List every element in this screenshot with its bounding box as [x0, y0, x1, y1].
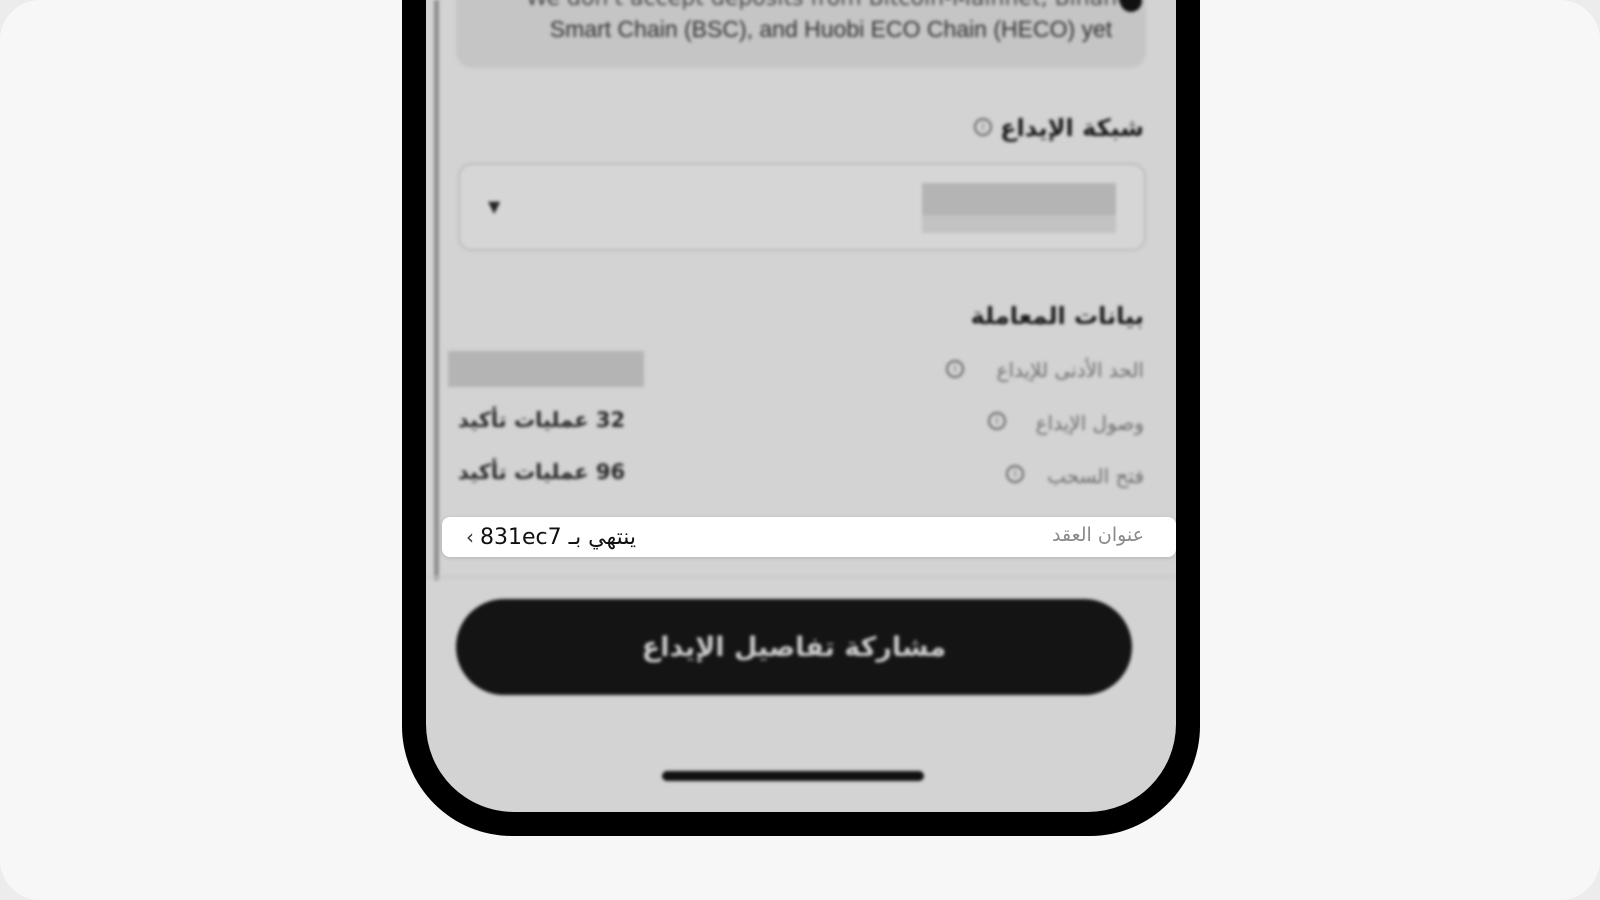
deposit-arrival-value: 32 عمليات تأكيد: [458, 408, 626, 432]
contract-address-value-group: ‹ ينتهي بـ 831ec7: [466, 521, 636, 553]
caret-down-icon: ▼: [488, 197, 501, 216]
deposit-network-title: شبكة الإيداع: [1000, 114, 1144, 142]
phone-frame: We don't accept deposits from Bitcoin-Ma…: [402, 0, 1200, 836]
notice-line-2: Smart Chain (BSC), and Huobi ECO Chain (…: [549, 16, 1113, 42]
redacted-network-name: [922, 183, 1116, 215]
chevron-right-icon: ‹: [466, 525, 474, 549]
transaction-details-title: بيانات المعاملة: [970, 302, 1144, 330]
redacted-network-detail: [922, 215, 1116, 233]
page-canvas: We don't accept deposits from Bitcoin-Ma…: [0, 0, 1600, 900]
deposit-arrival-label: وصول الإيداع: [1035, 411, 1144, 435]
network-notice: We don't accept deposits from Bitcoin-Ma…: [456, 0, 1146, 68]
withdrawal-unlock-label: فتح السحب: [1047, 464, 1144, 488]
redacted-min-deposit-value: [448, 351, 644, 387]
contract-address-label: عنوان العقد: [1052, 524, 1144, 546]
dimmed-content: We don't accept deposits from Bitcoin-Ma…: [426, 0, 1176, 812]
phone-screen: We don't accept deposits from Bitcoin-Ma…: [426, 0, 1176, 812]
contract-address-value: ينتهي بـ 831ec7: [480, 524, 637, 550]
share-deposit-details-button[interactable]: مشاركة تفاصيل الإيداع: [456, 599, 1132, 695]
notice-line-1: We don't accept deposits from Bitcoin-Ma…: [526, 0, 1126, 11]
footer-divider: [426, 576, 1176, 578]
withdrawal-unlock-value: 96 عمليات تأكيد: [458, 460, 626, 484]
scroll-edge: [434, 0, 439, 580]
info-icon[interactable]: i: [988, 412, 1006, 430]
info-icon[interactable]: i: [974, 118, 992, 136]
info-icon[interactable]: i: [1006, 465, 1024, 483]
home-indicator: [662, 771, 924, 781]
info-icon[interactable]: i: [946, 360, 964, 378]
deposit-network-select[interactable]: ▼: [458, 163, 1146, 251]
contract-address-row[interactable]: عنوان العقد ‹ ينتهي بـ 831ec7: [442, 517, 1176, 557]
min-deposit-label: الحد الأدنى للإيداع: [996, 358, 1144, 382]
